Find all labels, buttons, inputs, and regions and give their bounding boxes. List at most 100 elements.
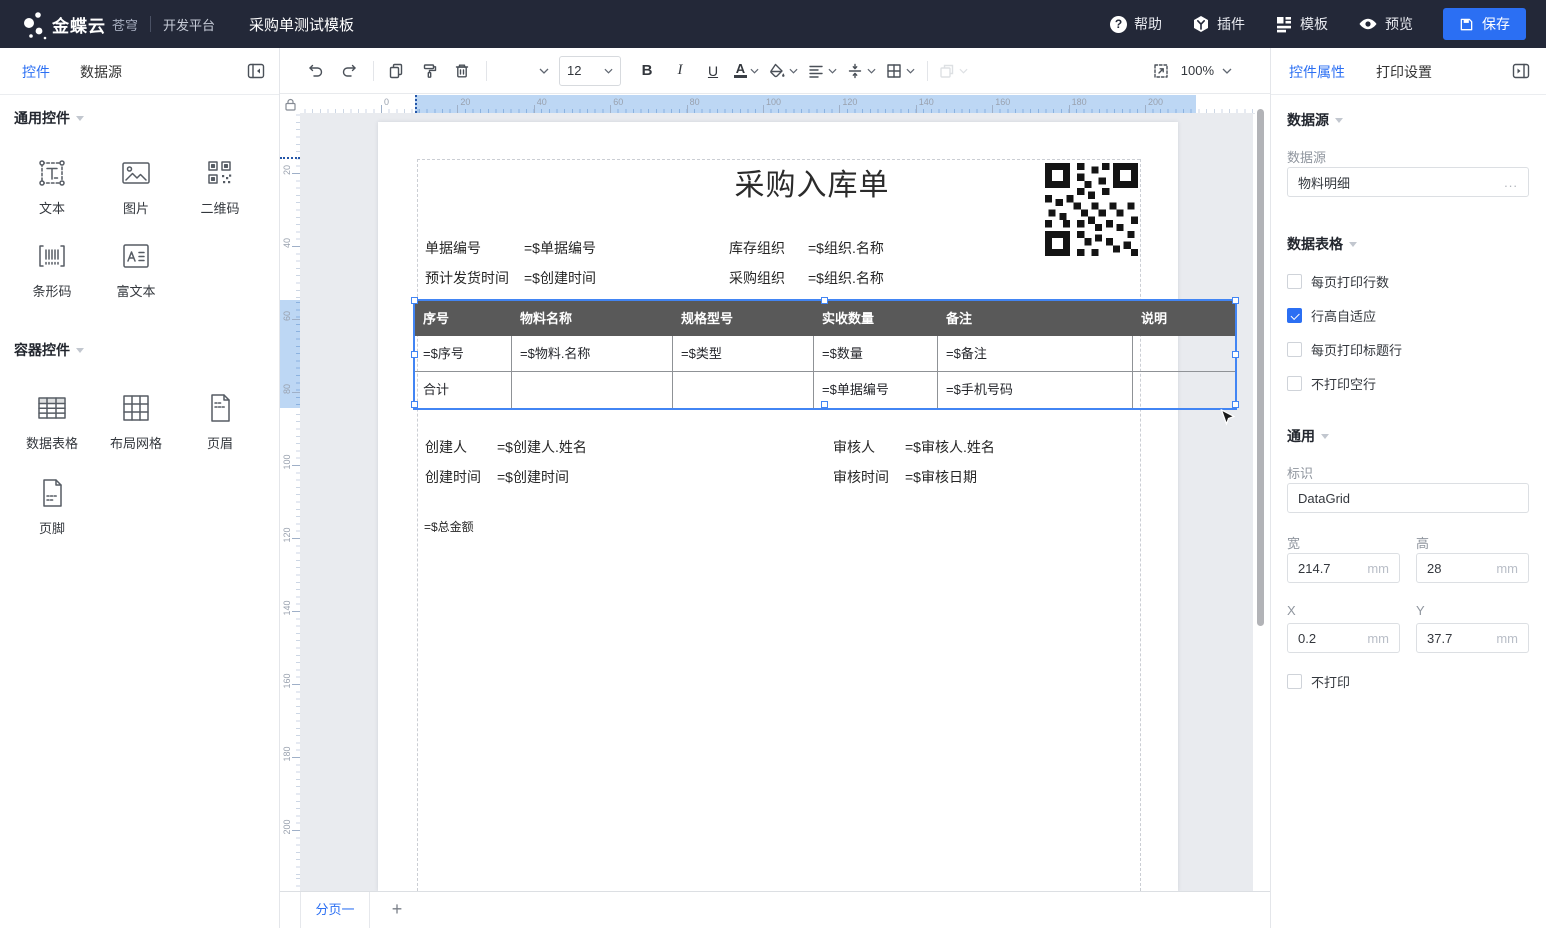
field-label[interactable]: 采购组织 bbox=[729, 268, 785, 288]
datagrid-cell[interactable] bbox=[1133, 372, 1235, 408]
datagrid-header-cell[interactable]: 物料名称 bbox=[512, 301, 673, 336]
section-datasource[interactable]: 数据源 bbox=[1287, 110, 1343, 130]
save-button[interactable]: 保存 bbox=[1443, 8, 1526, 40]
italic-button[interactable]: I bbox=[668, 58, 692, 84]
field-binding[interactable]: =$单据编号 bbox=[524, 238, 596, 258]
datagrid-cell[interactable] bbox=[512, 372, 673, 408]
identifier-input[interactable]: DataGrid bbox=[1287, 483, 1529, 513]
x-input[interactable]: 0.2 mm bbox=[1287, 623, 1400, 653]
control-datagrid[interactable]: 数据表格 bbox=[10, 390, 94, 452]
section-general[interactable]: 通用 bbox=[1287, 426, 1329, 446]
collapse-left-panel-icon[interactable] bbox=[246, 62, 266, 80]
section-datagrid[interactable]: 数据表格 bbox=[1287, 234, 1357, 254]
control-layoutgrid[interactable]: 布局网格 bbox=[94, 390, 178, 452]
field-label[interactable]: 预计发货时间 bbox=[425, 268, 509, 288]
datagrid-cell[interactable] bbox=[1133, 336, 1235, 372]
datagrid-cell[interactable]: =$备注 bbox=[938, 336, 1133, 372]
field-binding[interactable]: =$组织.名称 bbox=[808, 268, 884, 288]
datagrid-cell[interactable]: =$序号 bbox=[415, 336, 512, 372]
control-text[interactable]: 文本 bbox=[10, 155, 94, 217]
field-label[interactable]: 创建人 bbox=[425, 437, 467, 457]
borders-button[interactable] bbox=[885, 58, 915, 84]
vertical-scrollbar[interactable] bbox=[1257, 109, 1264, 626]
field-label[interactable]: 创建时间 bbox=[425, 467, 481, 487]
field-binding[interactable]: =$组织.名称 bbox=[808, 238, 884, 258]
font-size-select[interactable]: 12 bbox=[559, 56, 621, 86]
datagrid-header-cell[interactable]: 备注 bbox=[938, 301, 1133, 336]
check-rows-per-page[interactable]: 每页打印行数 bbox=[1287, 272, 1389, 291]
datagrid-cell[interactable] bbox=[673, 372, 814, 408]
control-richtext[interactable]: 富文本 bbox=[94, 238, 178, 300]
datagrid-cell[interactable]: =$类型 bbox=[673, 336, 814, 372]
field-label[interactable]: 库存组织 bbox=[729, 238, 785, 258]
collapse-right-panel-icon[interactable] bbox=[1511, 62, 1531, 80]
control-pageheader[interactable]: 页眉 bbox=[178, 390, 262, 452]
preview-button[interactable]: 预览 bbox=[1358, 14, 1413, 34]
field-label[interactable]: 审核时间 bbox=[833, 467, 889, 487]
field-binding[interactable]: =$创建时间 bbox=[497, 467, 569, 487]
checkbox-icon[interactable] bbox=[1287, 274, 1302, 289]
field-binding[interactable]: =$审核日期 bbox=[905, 467, 977, 487]
delete-button[interactable] bbox=[450, 58, 474, 84]
datagrid-header-cell[interactable]: 序号 bbox=[415, 301, 512, 336]
zoom-select-chevron-icon[interactable] bbox=[1222, 68, 1232, 74]
add-page-button[interactable]: + bbox=[382, 892, 412, 928]
check-print-header-each-page[interactable]: 每页打印标题行 bbox=[1287, 340, 1402, 359]
field-label[interactable]: 单据编号 bbox=[425, 238, 481, 258]
field-label[interactable]: 审核人 bbox=[833, 437, 875, 457]
field-binding[interactable]: =$创建人.姓名 bbox=[497, 437, 587, 457]
tab-datasource[interactable]: 数据源 bbox=[80, 62, 122, 82]
field-binding-total[interactable]: =$总金额 bbox=[424, 518, 474, 535]
datagrid-header-cell[interactable]: 说明 bbox=[1133, 301, 1235, 336]
qr-code[interactable] bbox=[1045, 163, 1138, 256]
control-barcode[interactable]: 条形码 bbox=[10, 238, 94, 300]
underline-button[interactable]: U bbox=[701, 58, 725, 84]
width-input[interactable]: 214.7 mm bbox=[1287, 553, 1400, 583]
redo-button[interactable] bbox=[337, 58, 361, 84]
checkbox-icon[interactable] bbox=[1287, 308, 1302, 323]
plugin-button[interactable]: 插件 bbox=[1192, 14, 1245, 34]
more-icon[interactable]: ... bbox=[1504, 175, 1518, 190]
tab-control-properties[interactable]: 控件属性 bbox=[1289, 62, 1345, 82]
control-image[interactable]: 图片 bbox=[94, 155, 178, 217]
datagrid-header-cell[interactable]: 实收数量 bbox=[814, 301, 938, 336]
check-no-print[interactable]: 不打印 bbox=[1287, 672, 1350, 691]
arrange-layers-button[interactable] bbox=[938, 58, 968, 84]
undo-button[interactable] bbox=[304, 58, 328, 84]
design-paper[interactable]: 采购入库单 bbox=[378, 122, 1178, 891]
font-family-select[interactable] bbox=[497, 58, 549, 84]
horizontal-align-button[interactable] bbox=[807, 58, 837, 84]
format-painter-button[interactable] bbox=[417, 58, 441, 84]
datagrid-cell[interactable]: 合计 bbox=[415, 372, 512, 408]
datagrid-header-cell[interactable]: 规格型号 bbox=[673, 301, 814, 336]
font-color-button[interactable]: A bbox=[734, 58, 759, 84]
template-title[interactable]: 采购入库单 bbox=[712, 160, 912, 204]
datasource-input[interactable]: 物料明细 ... bbox=[1287, 167, 1529, 197]
control-pagefooter[interactable]: 页脚 bbox=[10, 475, 94, 537]
check-auto-row-height[interactable]: 行高自适应 bbox=[1287, 306, 1376, 325]
y-input[interactable]: 37.7 mm bbox=[1416, 623, 1529, 653]
section-general-controls[interactable]: 通用控件 bbox=[14, 108, 84, 128]
field-binding[interactable]: =$审核人.姓名 bbox=[905, 437, 995, 457]
help-button[interactable]: ? 帮助 bbox=[1110, 14, 1162, 34]
field-binding[interactable]: =$创建时间 bbox=[524, 268, 596, 288]
copy-button[interactable] bbox=[384, 58, 408, 84]
datagrid-cell[interactable]: =$手机号码 bbox=[938, 372, 1133, 408]
fit-to-screen-button[interactable] bbox=[1149, 58, 1173, 84]
checkbox-icon[interactable] bbox=[1287, 342, 1302, 357]
control-qrcode[interactable]: 二维码 bbox=[178, 155, 262, 217]
vertical-align-button[interactable] bbox=[846, 58, 876, 84]
datagrid-cell[interactable]: =$单据编号 bbox=[814, 372, 938, 408]
datagrid-table[interactable]: 序号 物料名称 规格型号 实收数量 备注 说明 =$序号 =$物料.名称 =$类… bbox=[415, 301, 1235, 408]
page-tab[interactable]: 分页一 bbox=[300, 892, 370, 928]
check-skip-empty-rows[interactable]: 不打印空行 bbox=[1287, 374, 1376, 393]
height-input[interactable]: 28 mm bbox=[1416, 553, 1529, 583]
datagrid-cell[interactable]: =$物料.名称 bbox=[512, 336, 673, 372]
datagrid-cell[interactable]: =$数量 bbox=[814, 336, 938, 372]
bold-button[interactable]: B bbox=[635, 58, 659, 84]
section-container-controls[interactable]: 容器控件 bbox=[14, 340, 84, 360]
tab-print-settings[interactable]: 打印设置 bbox=[1376, 62, 1432, 82]
canvas-workspace[interactable]: 采购入库单 bbox=[300, 113, 1253, 891]
checkbox-icon[interactable] bbox=[1287, 376, 1302, 391]
fill-color-button[interactable] bbox=[768, 58, 798, 84]
